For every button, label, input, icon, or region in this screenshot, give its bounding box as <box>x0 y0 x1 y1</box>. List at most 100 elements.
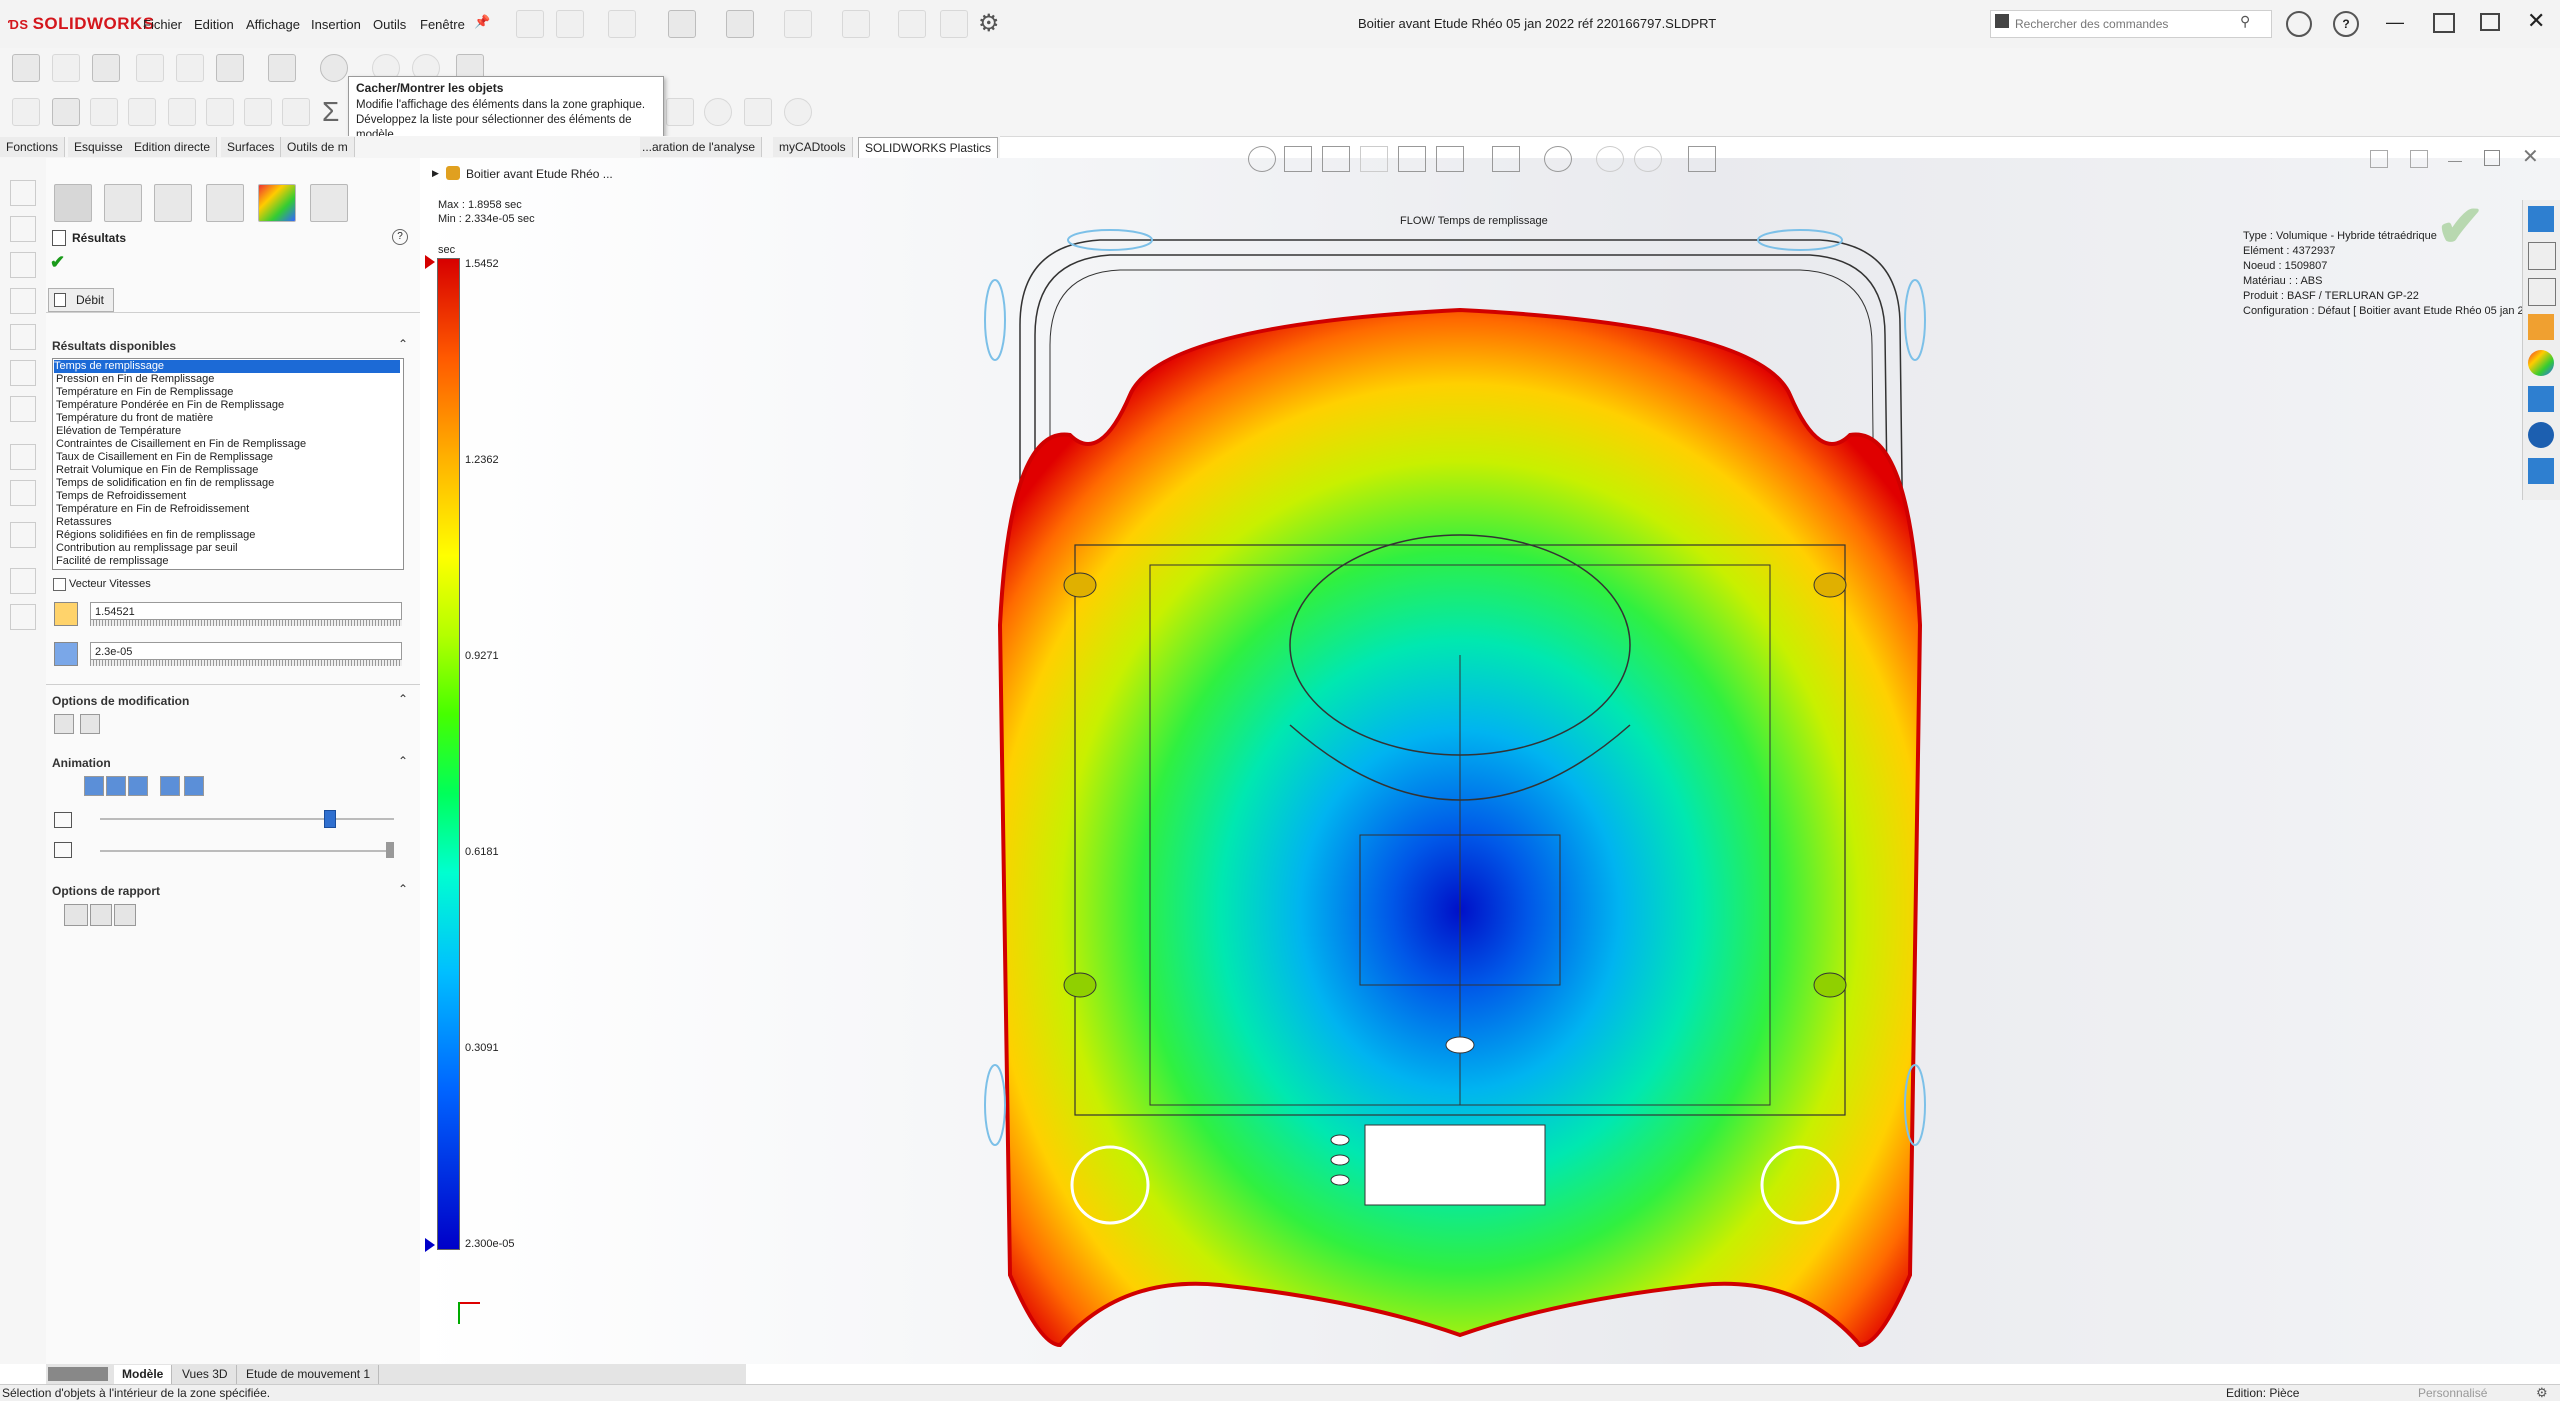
new-document-icon[interactable] <box>556 10 584 38</box>
tab-mycadtools[interactable]: myCADtools <box>773 137 853 157</box>
home-icon[interactable] <box>516 10 544 38</box>
file-properties-icon[interactable] <box>940 10 968 38</box>
result-item[interactable]: Facilité de remplissage <box>56 555 169 568</box>
tab-scroll-arrows-icon[interactable] <box>48 1367 108 1381</box>
menu-edition[interactable]: Edition <box>194 17 234 32</box>
result-item[interactable]: Taux de Cisaillement en Fin de Remplissa… <box>56 451 273 464</box>
zoom-fit-icon[interactable] <box>12 54 40 82</box>
gear-icon[interactable]: ⚙ <box>978 9 1000 38</box>
tab-fonctions[interactable]: Fonctions <box>0 137 66 157</box>
strip-icon-3[interactable] <box>10 252 36 278</box>
tree-expand-icon[interactable]: ▶ <box>432 168 439 179</box>
collapse-results-icon[interactable]: ⌃ <box>398 337 408 351</box>
result-item[interactable]: Température du front de matière <box>56 412 213 425</box>
tab-edition-directe[interactable]: Edition directe <box>128 137 218 157</box>
strip-icon-2[interactable] <box>10 216 36 242</box>
result-item[interactable]: Temps de Refroidissement <box>56 490 186 503</box>
result-item[interactable]: Température en Fin de Refroidissement <box>56 503 249 516</box>
deviation-icon[interactable] <box>244 98 272 126</box>
section-icon[interactable] <box>1360 146 1388 172</box>
result-item[interactable]: Retrait Volumique en Fin de Remplissage <box>56 464 258 477</box>
collapse-report-icon[interactable]: ⌃ <box>398 882 408 896</box>
zoom-to-area-icon[interactable] <box>1284 146 1312 172</box>
draft-analysis-icon[interactable] <box>666 98 694 126</box>
result-item[interactable]: Pression en Fin de Remplissage <box>56 373 214 386</box>
confirmation-check-icon[interactable]: ✔ <box>2436 192 2485 260</box>
result-item[interactable]: Elévation de Température <box>56 425 181 438</box>
geometry-analysis-icon[interactable] <box>282 98 310 126</box>
result-item[interactable]: Température Pondérée en Fin de Remplissa… <box>56 399 284 412</box>
status-gear-icon[interactable]: ⚙ <box>2536 1385 2548 1401</box>
hide-show-items-icon[interactable] <box>320 54 348 82</box>
dynamic-annotation-icon[interactable] <box>176 54 204 82</box>
play-icon[interactable] <box>84 776 104 796</box>
report-export-icon[interactable] <box>114 904 136 926</box>
section-view-icon[interactable] <box>136 54 164 82</box>
zoom-to-fit-icon[interactable] <box>1248 146 1276 172</box>
search-icon[interactable]: ⚲ <box>2240 13 2250 30</box>
tab-esquisse[interactable]: Esquisse <box>68 137 130 157</box>
previous-view-icon[interactable] <box>1322 146 1350 172</box>
min-value-input[interactable]: 2.3e-05 <box>90 642 402 660</box>
frames-slider-track[interactable] <box>100 850 394 852</box>
ok-check-icon[interactable]: ✔ <box>50 252 65 273</box>
result-item[interactable]: Contribution au remplissage par seuil <box>56 542 238 555</box>
pause-icon[interactable] <box>106 776 126 796</box>
sum-icon[interactable]: Σ <box>322 96 339 128</box>
viewport-minimize-icon[interactable]: — <box>2448 152 2462 168</box>
select-icon[interactable] <box>842 10 870 38</box>
tab-outils[interactable]: Outils de m <box>281 137 355 157</box>
viewport-restore-icon[interactable] <box>2484 150 2500 166</box>
min-value-slider[interactable] <box>90 660 402 666</box>
strip-icon-5[interactable] <box>10 324 36 350</box>
max-value-input[interactable]: 1.54521 <box>90 602 402 620</box>
help-icon[interactable]: ? <box>2333 11 2359 37</box>
result-item[interactable]: Retassures <box>56 516 112 529</box>
panel-help-icon[interactable]: ? <box>392 229 408 245</box>
result-item[interactable]: Régions solidifiées en fin de remplissag… <box>56 529 255 542</box>
menu-affichage[interactable]: Affichage <box>246 17 300 32</box>
dynamic-icon[interactable] <box>1398 146 1426 172</box>
max-value-slider[interactable] <box>90 620 402 626</box>
sensor-icon[interactable] <box>206 98 234 126</box>
legend-min-marker[interactable] <box>425 1238 435 1252</box>
tab-modele[interactable]: Modèle <box>114 1365 173 1384</box>
pin-icon[interactable]: 📌 <box>474 14 490 30</box>
menu-insertion[interactable]: Insertion <box>311 17 361 32</box>
save-icon[interactable] <box>668 10 696 38</box>
check-icon[interactable] <box>12 98 40 126</box>
tab-solidworks-plastics[interactable]: SOLIDWORKS Plastics <box>858 137 999 159</box>
strip-icon-7[interactable] <box>10 396 36 422</box>
section-properties-icon[interactable] <box>128 98 156 126</box>
open-icon[interactable] <box>608 10 636 38</box>
menu-fenetre[interactable]: Fenêtre <box>420 17 465 32</box>
strip-icon-9[interactable] <box>10 480 36 506</box>
display-style-icon[interactable] <box>1492 146 1520 172</box>
menu-outils[interactable]: Outils <box>373 17 406 32</box>
appearances-icon[interactable] <box>2528 350 2554 376</box>
result-item[interactable]: Contraintes de Cisaillement en Fin de Re… <box>56 438 306 451</box>
restore-icon[interactable] <box>2480 13 2500 31</box>
dimxpert-tab[interactable] <box>206 184 244 222</box>
tab-surfaces[interactable]: Surfaces <box>221 137 282 157</box>
user-icon[interactable] <box>2286 11 2312 37</box>
feature-manager-tab[interactable] <box>54 184 92 222</box>
plastics-icon[interactable] <box>2528 422 2554 448</box>
speed-slider-track[interactable] <box>100 818 394 820</box>
resources-icon[interactable] <box>2528 242 2556 270</box>
tile-icon[interactable] <box>2433 13 2455 33</box>
measure-icon[interactable] <box>52 98 80 126</box>
tab-vues-3d[interactable]: Vues 3D <box>174 1365 237 1384</box>
strip-icon-4[interactable] <box>10 288 36 314</box>
speed-slider-thumb[interactable] <box>324 810 337 828</box>
strip-icon-6[interactable] <box>10 360 36 386</box>
solidworks-logo[interactable]: ƊS SOLIDWORKS <box>8 14 155 34</box>
stop-icon[interactable] <box>128 776 148 796</box>
custom-properties-icon[interactable] <box>2528 386 2554 412</box>
check-model-icon[interactable] <box>704 98 732 126</box>
velocity-checkbox[interactable] <box>53 578 66 591</box>
view-orientation-icon[interactable] <box>1436 146 1464 172</box>
appearance-icon[interactable] <box>1596 146 1624 172</box>
strip-icon-12[interactable] <box>10 604 36 630</box>
modify-option-1-icon[interactable] <box>54 714 74 734</box>
